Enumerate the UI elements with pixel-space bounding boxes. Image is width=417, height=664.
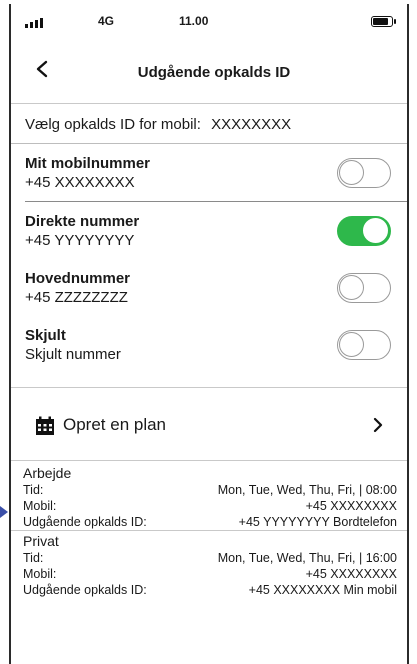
schedule-time-row: Tid: Mon, Tue, Wed, Thu, Fri, | 08:00 [23, 482, 397, 498]
network-type: 4G [98, 14, 115, 28]
schedule-name: Arbejde [23, 465, 72, 481]
toggle-knob [339, 332, 364, 357]
option-hovednummer: Hovednummer +45 ZZZZZZZZ [11, 259, 407, 316]
schedule-time-row: Tid: Mon, Tue, Wed, Thu, Fri, | 16:00 [23, 550, 397, 566]
schedule-name: Privat [23, 533, 59, 549]
schedule-id-value: +45 YYYYYYYY Bordtelefon [238, 515, 397, 529]
caller-id-label: Vælg opkalds ID for mobil: [25, 116, 201, 133]
toggle-switch[interactable] [337, 158, 391, 188]
navigation-bar: Udgående opkalds ID [11, 42, 407, 104]
schedule-time-value: Mon, Tue, Wed, Thu, Fri, | 08:00 [217, 483, 397, 497]
signal-icon [25, 18, 43, 28]
schedule-time-label: Tid: [23, 483, 44, 497]
chevron-right-icon [373, 417, 383, 433]
option-direkte-nummer: Direkte nummer +45 YYYYYYYY [11, 202, 407, 259]
toggle-switch[interactable] [337, 273, 391, 303]
plan-section: Opret en plan [11, 387, 407, 461]
schedule-mobile-value: +45 XXXXXXXX [305, 499, 397, 513]
status-time: 11.00 [179, 14, 209, 28]
schedule-id-row: Udgående opkalds ID: +45 XXXXXXXX Min mo… [23, 582, 397, 598]
page-title: Udgående opkalds ID [137, 64, 291, 81]
caller-id-selector[interactable]: Vælg opkalds ID for mobil: XXXXXXXX [11, 104, 407, 144]
status-bar: 4G 11.00 [11, 4, 407, 42]
option-mit-mobilnummer: Mit mobilnummer +45 XXXXXXXX [11, 144, 407, 201]
schedule-id-label: Udgående opkalds ID: [23, 583, 147, 597]
toggle-switch[interactable] [337, 330, 391, 360]
phone-screen: 4G 11.00 Udgående opkalds ID Vælg opkald… [9, 4, 409, 664]
schedule-id-row: Udgående opkalds ID: +45 YYYYYYYY Bordte… [23, 514, 397, 530]
schedule-list: Arbejde Tid: Mon, Tue, Wed, Thu, Fri, | … [11, 465, 407, 598]
battery-icon [371, 16, 396, 27]
schedule-id-value: +45 XXXXXXXX Min mobil [248, 583, 397, 597]
battery-level [373, 18, 389, 25]
toggle-knob [339, 160, 364, 185]
schedule-mobile-value: +45 XXXXXXXX [305, 567, 397, 581]
calendar-icon [36, 416, 54, 435]
schedule-mobile-label: Mobil: [23, 567, 57, 581]
schedule-item[interactable]: Privat Tid: Mon, Tue, Wed, Thu, Fri, | 1… [11, 530, 407, 598]
toggle-switch[interactable] [337, 216, 391, 246]
schedule-id-label: Udgående opkalds ID: [23, 515, 147, 529]
create-plan-label: Opret en plan [63, 415, 167, 434]
schedule-mobile-label: Mobil: [23, 499, 57, 513]
schedule-mobile-row: Mobil: +45 XXXXXXXX [23, 566, 397, 582]
schedule-mobile-row: Mobil: +45 XXXXXXXX [23, 498, 397, 514]
side-arrow-marker [0, 506, 8, 518]
caller-id-value: XXXXXXXX [211, 116, 292, 133]
toggle-knob [363, 218, 388, 243]
toggle-knob [339, 275, 364, 300]
schedule-time-label: Tid: [23, 551, 44, 565]
schedule-time-value: Mon, Tue, Wed, Thu, Fri, | 16:00 [217, 551, 397, 565]
create-plan-button[interactable]: Opret en plan [11, 388, 407, 462]
schedule-item[interactable]: Arbejde Tid: Mon, Tue, Wed, Thu, Fri, | … [11, 465, 407, 530]
option-skjult: Skjult Skjult nummer [11, 316, 407, 373]
